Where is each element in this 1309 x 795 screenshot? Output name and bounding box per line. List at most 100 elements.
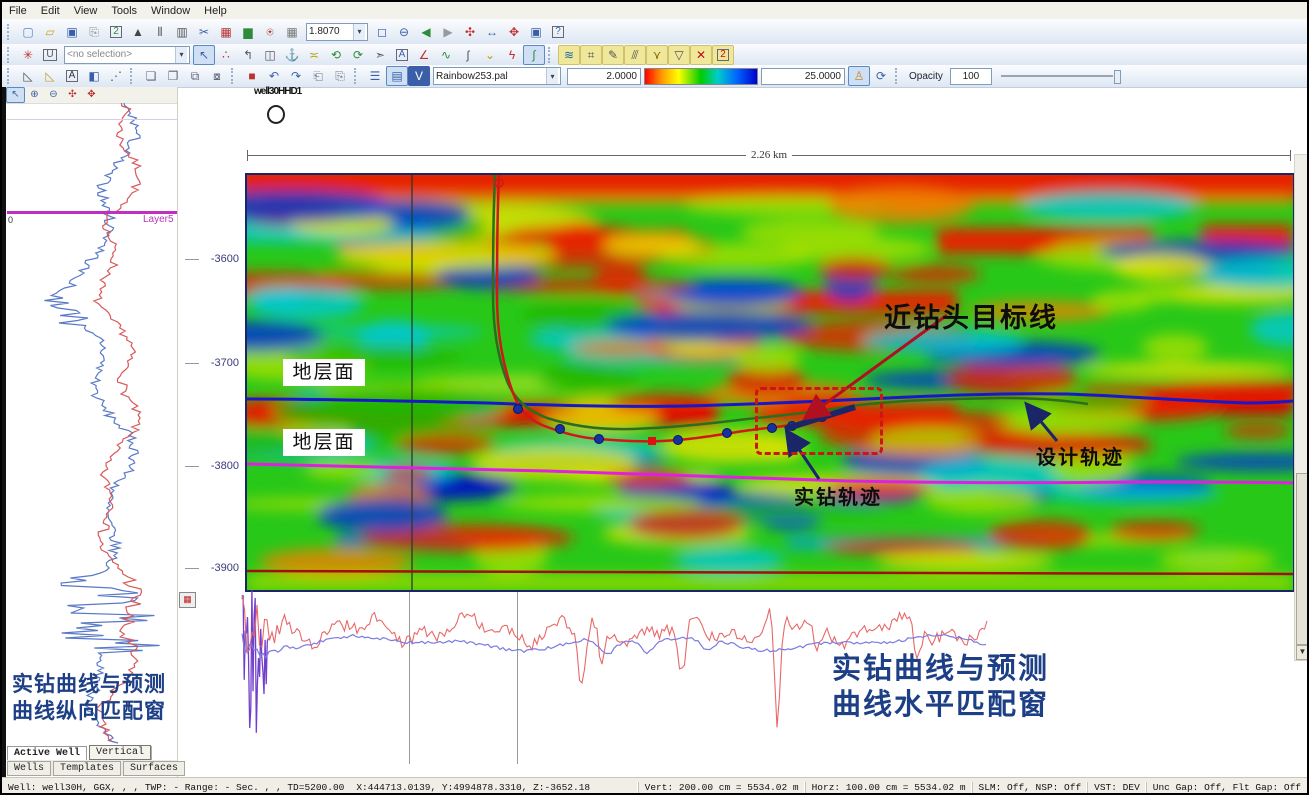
- menu-view[interactable]: View: [67, 4, 105, 18]
- marker-drop-button[interactable]: ⌄: [479, 45, 501, 65]
- new-file-button[interactable]: ▢: [17, 22, 39, 42]
- angle-fill-yellow-button[interactable]: ◺: [39, 66, 61, 86]
- export-session-button[interactable]: 2: [105, 22, 127, 42]
- section-view-button[interactable]: ✂: [193, 22, 215, 42]
- label-a-button[interactable]: A: [61, 66, 83, 86]
- pick-anchor-button[interactable]: ⚓: [281, 45, 303, 65]
- log-edit-button[interactable]: ʃ: [457, 45, 479, 65]
- curve-measure-button[interactable]: ∿: [435, 45, 457, 65]
- open-button[interactable]: ▱: [39, 22, 61, 42]
- opacity-slider[interactable]: [1001, 69, 1121, 83]
- slider-thumb[interactable]: [1114, 70, 1121, 84]
- chevron-down-icon[interactable]: ▾: [546, 68, 558, 84]
- palette-edit-button[interactable]: ▤: [386, 66, 408, 86]
- toolbar-grip[interactable]: [231, 68, 238, 84]
- redo-button[interactable]: ↷: [285, 66, 307, 86]
- horizon-seed-button[interactable]: ✎: [602, 45, 624, 65]
- horizon-redo-button[interactable]: 2: [712, 45, 734, 65]
- horizon-polygon-button[interactable]: ▽: [668, 45, 690, 65]
- volume-toggle-button[interactable]: V: [408, 66, 430, 86]
- tab-vertical[interactable]: Vertical: [89, 745, 151, 760]
- well-pick-button[interactable]: ϟ: [501, 45, 523, 65]
- nav-forward-button[interactable]: ▶: [437, 22, 459, 42]
- zoom-out-button[interactable]: ⊖: [393, 22, 415, 42]
- copy-back-button[interactable]: ❐: [162, 66, 184, 86]
- menu-edit[interactable]: Edit: [34, 4, 67, 18]
- chevron-down-icon[interactable]: ▾: [175, 47, 187, 63]
- tab-wells[interactable]: Wells: [7, 761, 51, 776]
- fit-all-button[interactable]: ✣: [459, 22, 481, 42]
- pick-points-button[interactable]: ∴: [215, 45, 237, 65]
- tab-surfaces[interactable]: Surfaces: [123, 761, 185, 776]
- palette-min-field[interactable]: 2.0000: [567, 68, 641, 85]
- fit-width-button[interactable]: ↔: [481, 22, 503, 42]
- bring-front-button[interactable]: ⧇: [206, 66, 228, 86]
- pick-select-button[interactable]: ↰: [237, 45, 259, 65]
- toolbar-grip[interactable]: [7, 24, 14, 40]
- paste-settings-button[interactable]: ⎗: [307, 66, 329, 86]
- send-back-button[interactable]: ⧉: [184, 66, 206, 86]
- zoom-in-button[interactable]: ⊕: [25, 87, 44, 103]
- curve-display-button[interactable]: ∫: [523, 45, 545, 65]
- horizon-delete-button[interactable]: ✕: [690, 45, 712, 65]
- rotate-left-button[interactable]: ⟲: [325, 45, 347, 65]
- color-map-view-button[interactable]: ▆: [237, 22, 259, 42]
- undo-button[interactable]: ↶: [263, 66, 285, 86]
- toolbar-grip[interactable]: [354, 68, 361, 84]
- user-palette-button[interactable]: ♙: [848, 66, 870, 86]
- auto-track-button[interactable]: A: [391, 45, 413, 65]
- palette-max-field[interactable]: 25.0000: [761, 68, 845, 85]
- opacity-field[interactable]: 100: [950, 68, 992, 85]
- toolbar-grip[interactable]: [548, 47, 555, 63]
- horizontal-match-canvas[interactable]: [177, 590, 1309, 777]
- selection-combobox[interactable]: <no selection> ▾: [64, 46, 190, 64]
- chevron-down-icon[interactable]: ▾: [353, 24, 365, 40]
- horizon-join-button[interactable]: ⋎: [646, 45, 668, 65]
- wellhead-symbol[interactable]: [267, 105, 285, 124]
- toolbar-grip[interactable]: [895, 68, 902, 84]
- zoom-out-button[interactable]: ⊖: [44, 87, 63, 103]
- horizon-hatch-button[interactable]: ⫻: [624, 45, 646, 65]
- pointer-button[interactable]: ↖: [193, 45, 215, 65]
- menu-tools[interactable]: Tools: [104, 4, 144, 18]
- angle-measure-button[interactable]: ∠: [413, 45, 435, 65]
- scale-combobox[interactable]: 1.8070 ▾: [306, 23, 368, 41]
- pick-move-button[interactable]: ➣: [369, 45, 391, 65]
- save-settings-button[interactable]: ⎘: [329, 66, 351, 86]
- nav-back-button[interactable]: ◀: [415, 22, 437, 42]
- pan-hand-button[interactable]: ✥: [503, 22, 525, 42]
- vertical-scrollbar[interactable]: ▼: [1294, 154, 1309, 661]
- swap-display-button[interactable]: ◧: [83, 66, 105, 86]
- panel-view-button[interactable]: ▥: [171, 22, 193, 42]
- map-grid-view-button[interactable]: ▦: [215, 22, 237, 42]
- track-burst-button[interactable]: ✳: [17, 45, 39, 65]
- palette-combobox[interactable]: Rainbow253.pal ▾: [433, 67, 561, 85]
- grid-calculator-button[interactable]: ▦: [281, 22, 303, 42]
- copy-front-button[interactable]: ❏: [140, 66, 162, 86]
- pick-flatten-button[interactable]: ≍: [303, 45, 325, 65]
- log-curves-canvas[interactable]: [6, 103, 177, 748]
- horizon-split-button[interactable]: ⌗: [580, 45, 602, 65]
- pan-hand-button[interactable]: ✥: [82, 87, 101, 103]
- correlation-view-button[interactable]: ⫴: [149, 22, 171, 42]
- list-view-button[interactable]: ☰: [364, 66, 386, 86]
- tab-active-well[interactable]: Active Well: [7, 746, 87, 760]
- save-button[interactable]: ▣: [61, 22, 83, 42]
- menu-window[interactable]: Window: [144, 4, 197, 18]
- toolbar-grip[interactable]: [7, 47, 14, 63]
- fit-view-button[interactable]: ✣: [63, 87, 82, 103]
- help-button[interactable]: ?: [547, 22, 569, 42]
- pick-window-button[interactable]: ◫: [259, 45, 281, 65]
- stop-record-button[interactable]: ■: [241, 66, 263, 86]
- toolbar-grip[interactable]: [130, 68, 137, 84]
- tab-templates[interactable]: Templates: [53, 761, 121, 776]
- well-symbols-button[interactable]: ▲: [127, 22, 149, 42]
- print-button[interactable]: ⎘: [83, 22, 105, 42]
- seismic-section-view[interactable]: [245, 173, 1295, 592]
- horizon-smooth-button[interactable]: ≋: [558, 45, 580, 65]
- node-link-button[interactable]: ⋰: [105, 66, 127, 86]
- toolbar-grip[interactable]: [7, 68, 14, 84]
- pointer-button[interactable]: ↖: [6, 87, 25, 103]
- menu-file[interactable]: File: [2, 4, 34, 18]
- angle-fill-white-button[interactable]: ◺: [17, 66, 39, 86]
